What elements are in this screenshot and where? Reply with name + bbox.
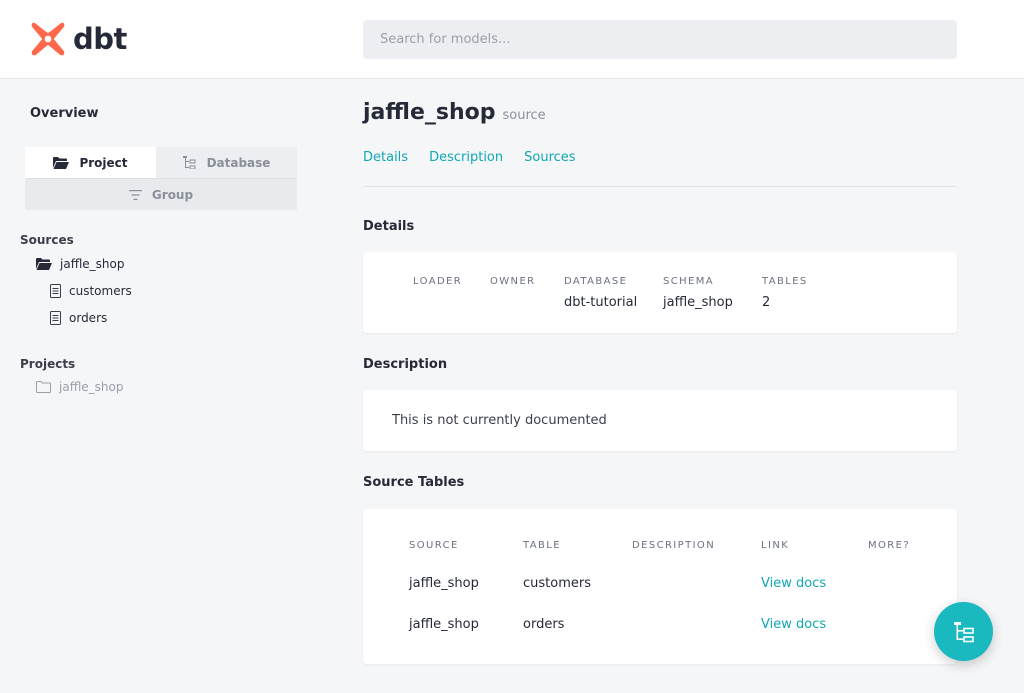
sidebar: Overview Project Database Group Sources … — [0, 80, 320, 693]
search-input[interactable] — [363, 20, 957, 59]
cell-source: jaffle_shop — [409, 576, 479, 591]
tree-item-label: customers — [69, 284, 132, 298]
column-header-source: SOURCE — [409, 540, 459, 551]
tree-item-customers[interactable]: customers — [50, 284, 132, 298]
description-heading: Description — [363, 357, 448, 372]
cell-table: orders — [523, 617, 565, 632]
tab-group-label: Group — [151, 187, 194, 202]
page-title-row: jaffle_shop source — [363, 100, 546, 125]
detail-tables: TABLES 2 — [762, 276, 808, 310]
details-card: LOADER OWNER DATABASE dbt-tutorial SCHEM… — [363, 252, 957, 333]
dbt-logo[interactable]: dbt — [29, 20, 127, 58]
lineage-graph-button[interactable] — [934, 602, 993, 661]
folder-icon — [36, 381, 51, 393]
detail-key: DATABASE — [564, 276, 628, 287]
page-title: jaffle_shop — [363, 100, 496, 125]
column-header-more: MORE? — [868, 540, 911, 551]
tree-item-source-jaffle-shop[interactable]: jaffle_shop — [36, 257, 125, 271]
detail-value: 2 — [762, 295, 771, 310]
detail-schema: SCHEMA jaffle_shop — [663, 276, 733, 310]
detail-key: TABLES — [762, 276, 808, 287]
projects-heading: Projects — [20, 357, 76, 371]
anchor-description[interactable]: Description — [429, 150, 503, 165]
lineage-graph-icon — [953, 621, 974, 642]
hierarchy-icon — [182, 156, 196, 169]
view-docs-link[interactable]: View docs — [761, 617, 826, 632]
details-heading: Details — [363, 219, 415, 234]
anchor-details[interactable]: Details — [363, 150, 408, 165]
tree-item-label: orders — [69, 311, 108, 325]
filter-lines-icon — [128, 189, 142, 200]
sidebar-overview-link[interactable]: Overview — [30, 106, 99, 121]
sources-heading: Sources — [20, 233, 74, 247]
logo-text: dbt — [73, 22, 127, 56]
detail-key: OWNER — [490, 276, 536, 287]
tab-project-label: Project — [79, 155, 128, 170]
top-header: dbt — [0, 0, 1024, 79]
tree-item-label: jaffle_shop — [59, 380, 124, 394]
tree-item-orders[interactable]: orders — [50, 311, 107, 325]
folder-open-icon — [53, 156, 70, 169]
tab-project[interactable]: Project — [25, 147, 156, 178]
cell-table: customers — [523, 576, 591, 591]
detail-key: LOADER — [413, 276, 463, 287]
document-icon — [50, 284, 61, 298]
column-header-table: TABLE — [523, 540, 561, 551]
folder-open-icon — [36, 258, 52, 270]
tab-database[interactable]: Database — [156, 147, 297, 178]
dbt-logo-icon — [31, 22, 65, 56]
divider — [363, 186, 957, 187]
tree-item-label: jaffle_shop — [60, 257, 125, 271]
view-docs-link[interactable]: View docs — [761, 576, 826, 591]
source-tables-heading: Source Tables — [363, 475, 465, 490]
sidebar-tabs: Project Database Group — [25, 147, 297, 210]
section-anchor-nav: Details Description Sources — [363, 150, 597, 165]
source-tables-card: SOURCE TABLE DESCRIPTION LINK MORE? jaff… — [363, 509, 957, 664]
page-subtitle: source — [502, 108, 546, 123]
detail-owner: OWNER — [490, 276, 536, 295]
detail-loader: LOADER — [413, 276, 462, 295]
detail-value: jaffle_shop — [663, 295, 733, 310]
anchor-sources[interactable]: Sources — [524, 150, 575, 165]
cell-source: jaffle_shop — [409, 617, 479, 632]
description-text: This is not currently documented — [392, 413, 607, 428]
detail-value: dbt-tutorial — [564, 295, 638, 310]
detail-database: DATABASE dbt-tutorial — [564, 276, 637, 310]
column-header-link: LINK — [761, 540, 790, 551]
tab-database-label: Database — [206, 155, 271, 170]
detail-key: SCHEMA — [663, 276, 715, 287]
tree-item-project-jaffle-shop[interactable]: jaffle_shop — [36, 380, 124, 394]
tab-group[interactable]: Group — [25, 178, 297, 210]
column-header-description: DESCRIPTION — [632, 540, 716, 551]
description-card: This is not currently documented — [363, 390, 957, 451]
document-icon — [50, 311, 61, 325]
